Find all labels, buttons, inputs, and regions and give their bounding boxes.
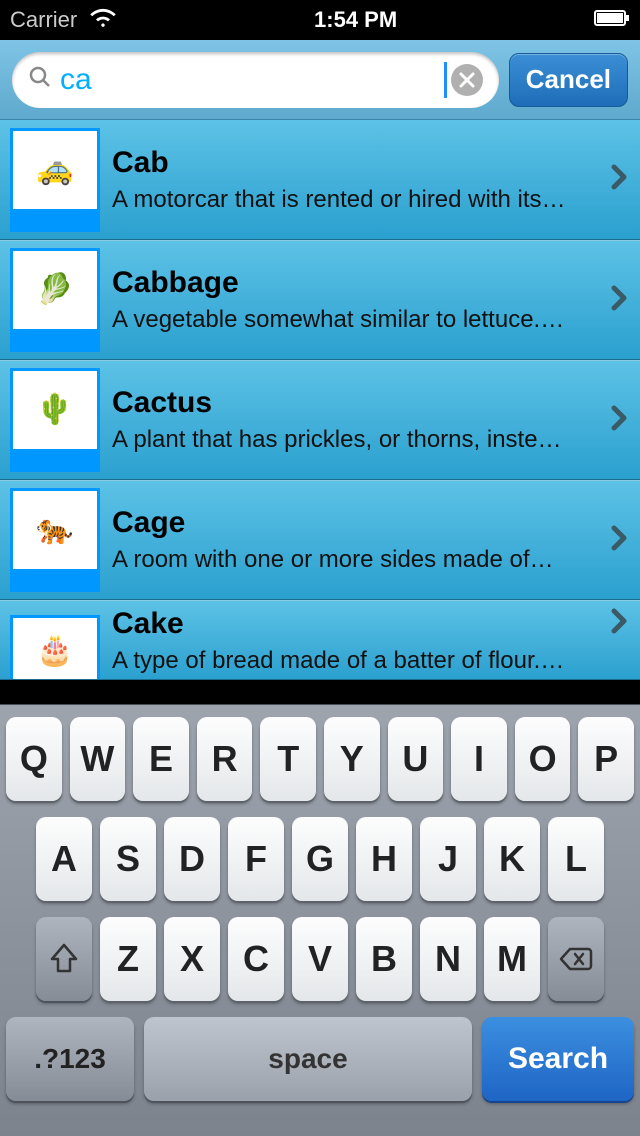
battery-icon (594, 7, 630, 33)
key-y[interactable]: Y (324, 717, 380, 801)
key-b[interactable]: B (356, 917, 412, 1001)
clear-search-button[interactable] (451, 64, 483, 96)
key-u[interactable]: U (388, 717, 444, 801)
key-k[interactable]: K (484, 817, 540, 901)
item-description: A plant that has prickles, or thorns, in… (112, 426, 598, 454)
status-left: Carrier (10, 6, 117, 34)
key-l[interactable]: L (548, 817, 604, 901)
keyboard-row-1: Q W E R T Y U I O P (6, 717, 634, 801)
thumb-image: 🌵 (13, 371, 97, 449)
keyboard-row-2: A S D F G H J K L (6, 817, 634, 901)
item-title: Cab (112, 146, 598, 180)
key-c[interactable]: C (228, 917, 284, 1001)
key-w[interactable]: W (70, 717, 126, 801)
thumbnail: 🐅 (10, 488, 100, 592)
search-field[interactable] (12, 52, 499, 108)
key-j[interactable]: J (420, 817, 476, 901)
item-title: Cabbage (112, 266, 598, 300)
mode-switch-key[interactable]: .?123 (6, 1017, 134, 1101)
carrier-label: Carrier (10, 7, 77, 33)
thumbnail: 🌵 (10, 368, 100, 472)
row-text: Cab A motorcar that is rented or hired w… (112, 146, 598, 214)
item-title: Cage (112, 506, 598, 540)
wifi-icon (89, 6, 117, 34)
chevron-right-icon (610, 284, 628, 317)
backspace-key[interactable] (548, 917, 604, 1001)
results-list[interactable]: 🚕 Cab A motorcar that is rented or hired… (0, 120, 640, 704)
key-d[interactable]: D (164, 817, 220, 901)
status-time: 1:54 PM (314, 7, 397, 33)
row-text: Cage A room with one or more sides made … (112, 506, 598, 574)
chevron-right-icon (610, 607, 628, 640)
thumb-image: 🐅 (13, 491, 97, 569)
chevron-right-icon (610, 404, 628, 437)
key-t[interactable]: T (260, 717, 316, 801)
item-title: Cactus (112, 386, 598, 420)
thumb-image: 🚕 (13, 131, 97, 209)
item-description: A type of bread made of a batter of flou… (112, 647, 598, 675)
key-o[interactable]: O (515, 717, 571, 801)
row-text: Cabbage A vegetable somewhat similar to … (112, 266, 598, 334)
item-description: A vegetable somewhat similar to lettuce.… (112, 306, 598, 334)
key-v[interactable]: V (292, 917, 348, 1001)
key-a[interactable]: A (36, 817, 92, 901)
cancel-label: Cancel (526, 64, 611, 95)
keyboard-search-key[interactable]: Search (482, 1017, 634, 1101)
keyboard: Q W E R T Y U I O P A S D F G H J K L Z … (0, 704, 640, 1136)
thumb-image: 🥬 (13, 251, 97, 329)
key-f[interactable]: F (228, 817, 284, 901)
cancel-button[interactable]: Cancel (509, 53, 628, 107)
key-p[interactable]: P (578, 717, 634, 801)
key-s[interactable]: S (100, 817, 156, 901)
item-description: A room with one or more sides made of… (112, 546, 598, 574)
text-caret (444, 62, 447, 98)
key-q[interactable]: Q (6, 717, 62, 801)
key-e[interactable]: E (133, 717, 189, 801)
thumbnail: 🎂 (10, 615, 100, 680)
thumbnail: 🚕 (10, 128, 100, 232)
shift-key[interactable] (36, 917, 92, 1001)
list-item[interactable]: 🐅 Cage A room with one or more sides mad… (0, 480, 640, 600)
search-icon (28, 65, 52, 94)
key-m[interactable]: M (484, 917, 540, 1001)
key-n[interactable]: N (420, 917, 476, 1001)
list-item[interactable]: 🌵 Cactus A plant that has prickles, or t… (0, 360, 640, 480)
search-bar: Cancel (0, 40, 640, 120)
thumbnail: 🥬 (10, 248, 100, 352)
chevron-right-icon (610, 163, 628, 196)
key-i[interactable]: I (451, 717, 507, 801)
keyboard-row-4: .?123 space Search (6, 1017, 634, 1101)
row-text: Cake A type of bread made of a batter of… (112, 607, 598, 675)
list-item[interactable]: 🎂 Cake A type of bread made of a batter … (0, 600, 640, 680)
key-r[interactable]: R (197, 717, 253, 801)
list-item[interactable]: 🚕 Cab A motorcar that is rented or hired… (0, 120, 640, 240)
chevron-right-icon (610, 524, 628, 557)
row-text: Cactus A plant that has prickles, or tho… (112, 386, 598, 454)
item-title: Cake (112, 607, 598, 641)
search-input[interactable] (60, 63, 446, 97)
key-h[interactable]: H (356, 817, 412, 901)
status-bar: Carrier 1:54 PM (0, 0, 640, 40)
key-z[interactable]: Z (100, 917, 156, 1001)
key-g[interactable]: G (292, 817, 348, 901)
status-right (594, 7, 630, 33)
thumb-image: 🎂 (13, 618, 97, 680)
item-description: A motorcar that is rented or hired with … (112, 186, 598, 214)
key-x[interactable]: X (164, 917, 220, 1001)
space-key[interactable]: space (144, 1017, 472, 1101)
list-item[interactable]: 🥬 Cabbage A vegetable somewhat similar t… (0, 240, 640, 360)
keyboard-row-3: Z X C V B N M (6, 917, 634, 1001)
